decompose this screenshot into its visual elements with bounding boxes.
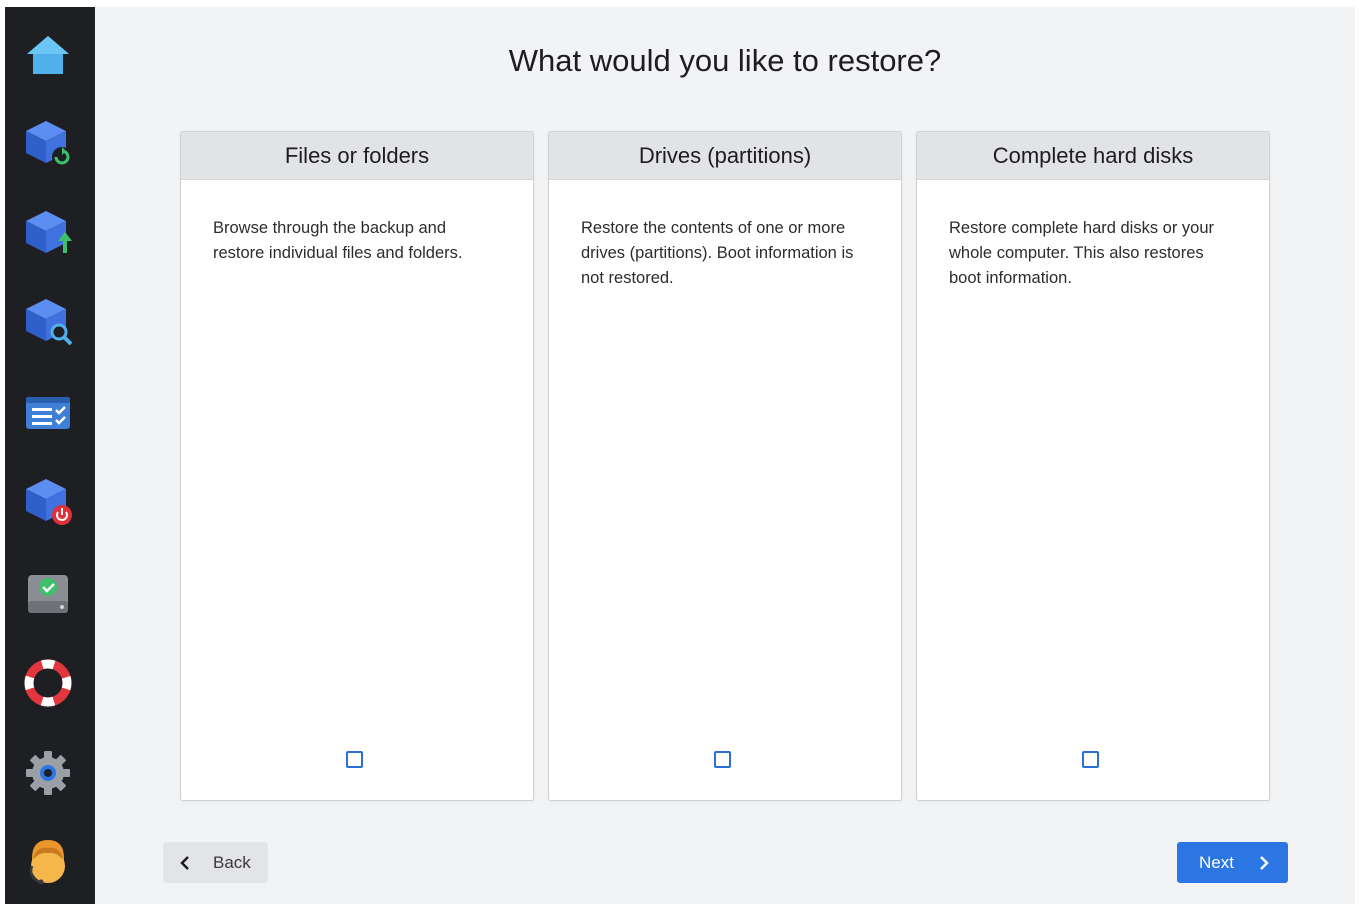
sidebar-item-browse[interactable] [20,293,76,349]
option-checkbox[interactable] [714,751,731,768]
next-button[interactable]: Next [1177,842,1288,883]
back-button-label: Back [213,852,251,872]
option-checkbox[interactable] [1082,751,1099,768]
sidebar [5,7,95,904]
home-icon [27,36,69,74]
backup-search-icon [26,299,73,346]
chevron-right-icon [1260,855,1269,870]
app-window: What would you like to restore? Files or… [5,7,1355,904]
drive-check-icon [28,575,68,613]
backup-power-icon [26,479,72,525]
sidebar-item-drive[interactable] [20,565,76,621]
page-title: What would you like to restore? [508,43,942,78]
sidebar-item-restore[interactable] [20,205,76,261]
option-card-header: Complete hard disks [917,132,1269,180]
user-avatar-icon [29,840,65,885]
option-card-header: Files or folders [181,132,533,180]
sidebar-item-settings[interactable] [20,745,76,801]
sidebar-item-tasks[interactable] [20,385,76,441]
option-card-header: Drives (partitions) [549,132,901,180]
option-card-complete-hard-disks[interactable]: Complete hard disks Restore complete har… [916,131,1270,801]
option-card-drives-partitions[interactable]: Drives (partitions) Restore the contents… [548,131,902,801]
sidebar-item-backup[interactable] [20,115,76,171]
sidebar-item-account[interactable] [20,833,76,889]
sidebar-item-home[interactable] [20,27,76,83]
option-checkbox[interactable] [346,751,363,768]
task-list-icon [26,397,70,429]
sidebar-item-shutdown[interactable] [20,473,76,529]
sidebar-item-help[interactable] [20,655,76,711]
option-card-description: Browse through the backup and restore in… [213,219,463,262]
gear-icon [26,751,70,795]
back-button[interactable]: Back [163,842,268,883]
option-card-description: Restore the contents of one or more driv… [581,219,854,287]
backup-sync-icon [26,121,72,167]
backup-upload-icon [26,211,72,253]
next-button-label: Next [1199,852,1234,872]
option-card-files-folders[interactable]: Files or folders Browse through the back… [180,131,534,801]
chevron-left-icon [180,855,189,870]
lifebuoy-icon [24,659,72,707]
option-card-description: Restore complete hard disks or your whol… [949,219,1215,287]
